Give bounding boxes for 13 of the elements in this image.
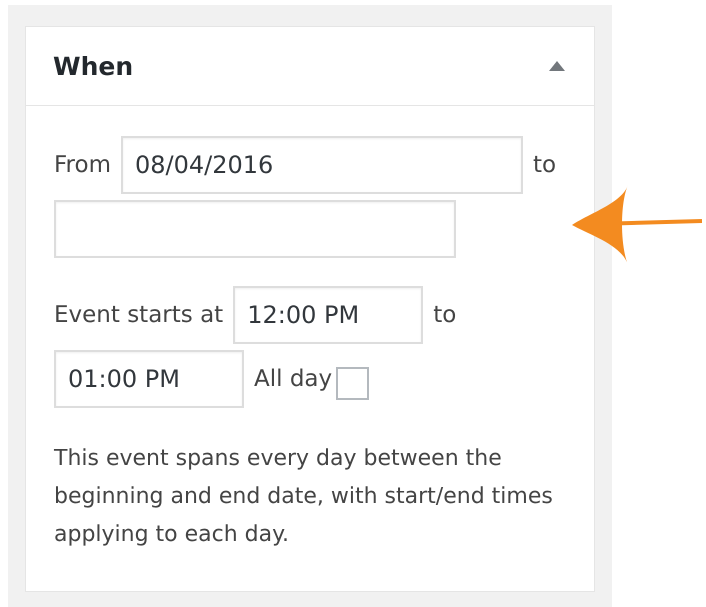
input-field[interactable]: 08/04/2016 xyxy=(120,136,523,194)
field-label: Event starts at xyxy=(54,302,224,328)
collapse-icon[interactable] xyxy=(548,60,566,72)
checkbox-label: All day xyxy=(254,366,332,392)
input-field[interactable] xyxy=(54,200,456,258)
input-field[interactable]: 12:00 PM xyxy=(233,286,424,344)
all-day-checkbox[interactable] xyxy=(336,366,370,400)
field-label: From xyxy=(54,152,111,178)
input-field[interactable]: 01:00 PM xyxy=(54,350,244,408)
separator-label: to xyxy=(532,152,556,178)
separator-label: to xyxy=(433,302,456,328)
description-text: This event spans every day between the beginning and end date, with start/end times applying to each day. xyxy=(54,445,554,549)
panel-title: When xyxy=(53,52,134,80)
